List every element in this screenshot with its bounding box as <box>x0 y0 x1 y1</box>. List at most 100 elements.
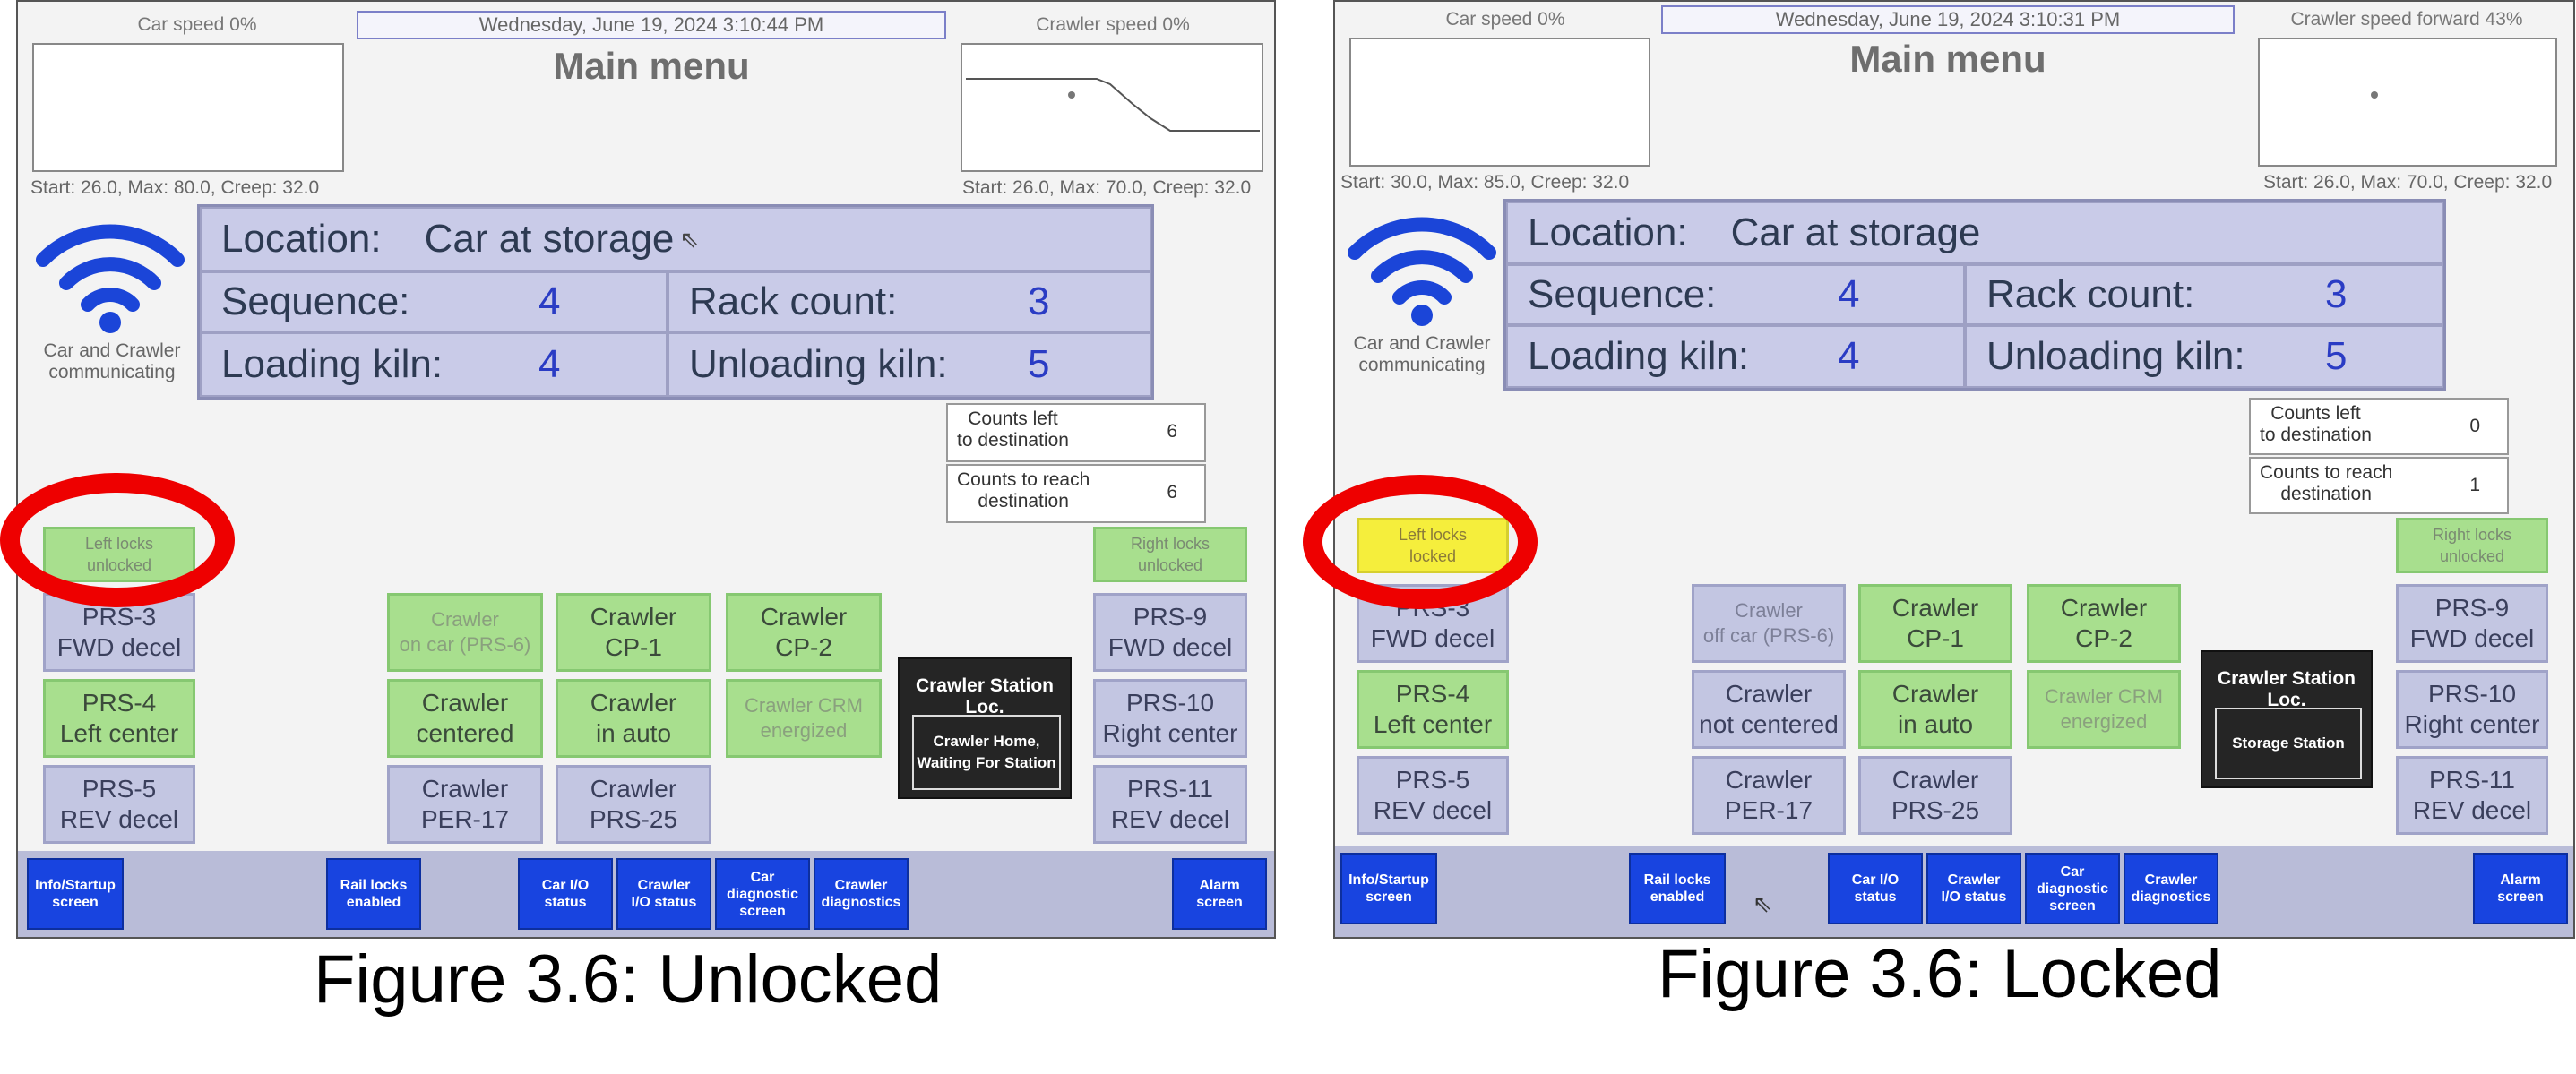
car-speed-title: Car speed 0% <box>1445 9 1565 30</box>
crawler-speed-trend <box>961 43 1263 172</box>
right-locks-indicator[interactable]: Right locks unlocked <box>1093 527 1247 582</box>
loading-kiln-cell: Loading kiln: 4 <box>200 332 668 397</box>
station-title: Crawler Station Loc. <box>915 675 1055 717</box>
rack-count-cell: Rack count: 3 <box>668 271 1151 332</box>
crawler-crm-indicator[interactable]: Crawler CRM energized <box>726 679 882 758</box>
unloading-kiln-value: 5 <box>1028 342 1050 386</box>
info-startup-button[interactable]: Info/Startup screen <box>1340 853 1437 924</box>
crawler-cp2-indicator[interactable]: Crawler CP-2 <box>2027 584 2181 663</box>
highlight-ring-right <box>1303 475 1538 609</box>
bottom-nav-bar: Info/Startup screen Rail locks enabled C… <box>18 851 1274 937</box>
bottom-nav-bar: Info/Startup screen Rail locks enabled ⇖… <box>1335 846 2573 937</box>
datetime-display: Wednesday, June 19, 2024 3:10:44 PM <box>357 11 946 39</box>
car-io-status-button[interactable]: Car I/O status <box>518 858 613 930</box>
location-info-table: Location: Car at storage Sequence: 4 Rac… <box>1503 199 2446 391</box>
prs4-left-center[interactable]: PRS-4 Left center <box>1357 670 1509 749</box>
crawler-limits: Start: 26.0, Max: 70.0, Creep: 32.0 <box>2263 172 2553 193</box>
counts-reach-value: 6 <box>1167 482 1177 503</box>
crawler-auto-indicator[interactable]: Crawler in auto <box>556 679 711 758</box>
crawler-limits: Start: 26.0, Max: 70.0, Creep: 32.0 <box>962 177 1252 198</box>
crawler-cp1-indicator[interactable]: Crawler CP-1 <box>556 593 711 672</box>
right-locks-indicator[interactable]: Right locks unlocked <box>2396 518 2548 573</box>
car-limits: Start: 26.0, Max: 80.0, Creep: 32.0 <box>30 177 320 198</box>
crawler-cp1-indicator[interactable]: Crawler CP-1 <box>1858 584 2012 663</box>
sequence-cell: Sequence: 4 <box>1506 264 1965 325</box>
crawler-per17-indicator[interactable]: Crawler PER-17 <box>387 765 543 844</box>
prs11-rev-decel[interactable]: PRS-11 REV decel <box>1093 765 1247 844</box>
location-info-table: Location: Car at storage ⇖ Sequence: 4 R… <box>197 204 1154 400</box>
loading-kiln-label: Loading kiln: <box>1528 334 1750 378</box>
crawler-station-box: Crawler Station Loc. Crawler Home, Waiti… <box>898 657 1072 799</box>
prs11-rev-decel[interactable]: PRS-11 REV decel <box>2396 756 2548 835</box>
wifi-icon <box>34 217 186 333</box>
caption-unlocked: Figure 3.6: Unlocked <box>314 941 943 1018</box>
location-label: Location: <box>1528 211 1688 254</box>
datetime-display: Wednesday, June 19, 2024 3:10:31 PM <box>1661 5 2235 34</box>
crawler-centered-indicator[interactable]: Crawler centered <box>387 679 543 758</box>
unloading-kiln-cell: Unloading kiln: 5 <box>668 332 1151 397</box>
hmi-panel-unlocked: Car speed 0% Start: 26.0, Max: 80.0, Cre… <box>16 0 1276 939</box>
rail-locks-button[interactable]: Rail locks enabled <box>1629 853 1726 924</box>
cursor-icon: ⇖ <box>679 225 700 253</box>
rack-count-cell: Rack count: 3 <box>1965 264 2443 325</box>
crawler-crm-indicator[interactable]: Crawler CRM energized <box>2027 670 2181 749</box>
crawler-prs25-indicator[interactable]: Crawler PRS-25 <box>1858 756 2012 835</box>
sequence-value: 4 <box>538 279 561 323</box>
unloading-kiln-label: Unloading kiln: <box>1986 334 2245 378</box>
comm-status-label: Car and Crawler communicating <box>1353 333 1491 375</box>
crawler-auto-indicator[interactable]: Crawler in auto <box>1858 670 2012 749</box>
counts-left-value: 0 <box>2469 416 2480 436</box>
loading-kiln-cell: Loading kiln: 4 <box>1506 325 1965 388</box>
car-diagnostic-button[interactable]: Car diagnostic screen <box>2025 853 2120 924</box>
crawler-not-centered-indicator[interactable]: Crawler not centered <box>1692 670 1846 749</box>
counts-left-label: Counts left to destination <box>957 408 1069 451</box>
prs10-right-center[interactable]: PRS-10 Right center <box>1093 679 1247 758</box>
prs9-fwd-decel[interactable]: PRS-9 FWD decel <box>1093 593 1247 672</box>
crawler-io-status-button[interactable]: Crawler I/O status <box>616 858 711 930</box>
rack-count-label: Rack count: <box>689 279 898 323</box>
prs9-fwd-decel[interactable]: PRS-9 FWD decel <box>2396 584 2548 663</box>
wifi-icon <box>1346 210 1498 326</box>
loading-kiln-value: 4 <box>1838 334 1860 378</box>
counts-reach-label: Counts to reach destination <box>957 469 1090 511</box>
prs5-rev-decel[interactable]: PRS-5 REV decel <box>43 765 195 844</box>
prs4-left-center[interactable]: PRS-4 Left center <box>43 679 195 758</box>
alarm-screen-button[interactable]: Alarm screen <box>1172 858 1267 930</box>
info-startup-button[interactable]: Info/Startup screen <box>27 858 124 930</box>
page-title: Main menu <box>1849 38 2046 80</box>
car-io-status-button[interactable]: Car I/O status <box>1828 853 1923 924</box>
car-diagnostic-button[interactable]: Car diagnostic screen <box>715 858 810 930</box>
crawler-on-car-indicator[interactable]: Crawler on car (PRS-6) <box>387 593 543 672</box>
crawler-cp2-indicator[interactable]: Crawler CP-2 <box>726 593 882 672</box>
cursor-icon: ⇖ <box>1753 890 1772 917</box>
hmi-panel-locked: Car speed 0% Start: 30.0, Max: 85.0, Cre… <box>1333 0 2575 939</box>
crawler-diagnostics-button[interactable]: Crawler diagnostics <box>2124 853 2218 924</box>
crawler-speed-curve <box>2371 91 2378 99</box>
crawler-diagnostics-button[interactable]: Crawler diagnostics <box>814 858 909 930</box>
sequence-value: 4 <box>1838 272 1860 316</box>
crawler-prs25-indicator[interactable]: Crawler PRS-25 <box>556 765 711 844</box>
crawler-station-box: Crawler Station Loc. Storage Station <box>2201 650 2373 788</box>
car-speed-trend <box>32 43 344 172</box>
counts-reach-value: 1 <box>2469 475 2480 495</box>
location-value: Car at storage <box>1730 211 1981 254</box>
rail-locks-button[interactable]: Rail locks enabled <box>326 858 421 930</box>
counts-reach-label: Counts to reach destination <box>2260 462 2393 504</box>
car-speed-title: Car speed 0% <box>137 14 257 35</box>
location-row: Location: Car at storage <box>1506 202 2443 264</box>
crawler-per17-indicator[interactable]: Crawler PER-17 <box>1692 756 1846 835</box>
loading-kiln-label: Loading kiln: <box>221 342 444 386</box>
crawler-io-status-button[interactable]: Crawler I/O status <box>1926 853 2021 924</box>
crawler-off-car-indicator[interactable]: Crawler off car (PRS-6) <box>1692 584 1846 663</box>
rack-count-value: 3 <box>1028 279 1050 323</box>
station-title: Crawler Station Loc. <box>2217 668 2356 710</box>
prs10-right-center[interactable]: PRS-10 Right center <box>2396 670 2548 749</box>
highlight-ring-left <box>0 473 235 607</box>
rack-count-value: 3 <box>2325 272 2348 316</box>
crawler-speed-title: Crawler speed forward 43% <box>2290 9 2523 30</box>
crawler-speed-trend <box>2258 38 2557 167</box>
prs5-rev-decel[interactable]: PRS-5 REV decel <box>1357 756 1509 835</box>
crawler-speed-curve <box>966 78 1260 132</box>
caption-locked: Figure 3.6: Locked <box>1658 936 2222 1012</box>
alarm-screen-button[interactable]: Alarm screen <box>2473 853 2568 924</box>
